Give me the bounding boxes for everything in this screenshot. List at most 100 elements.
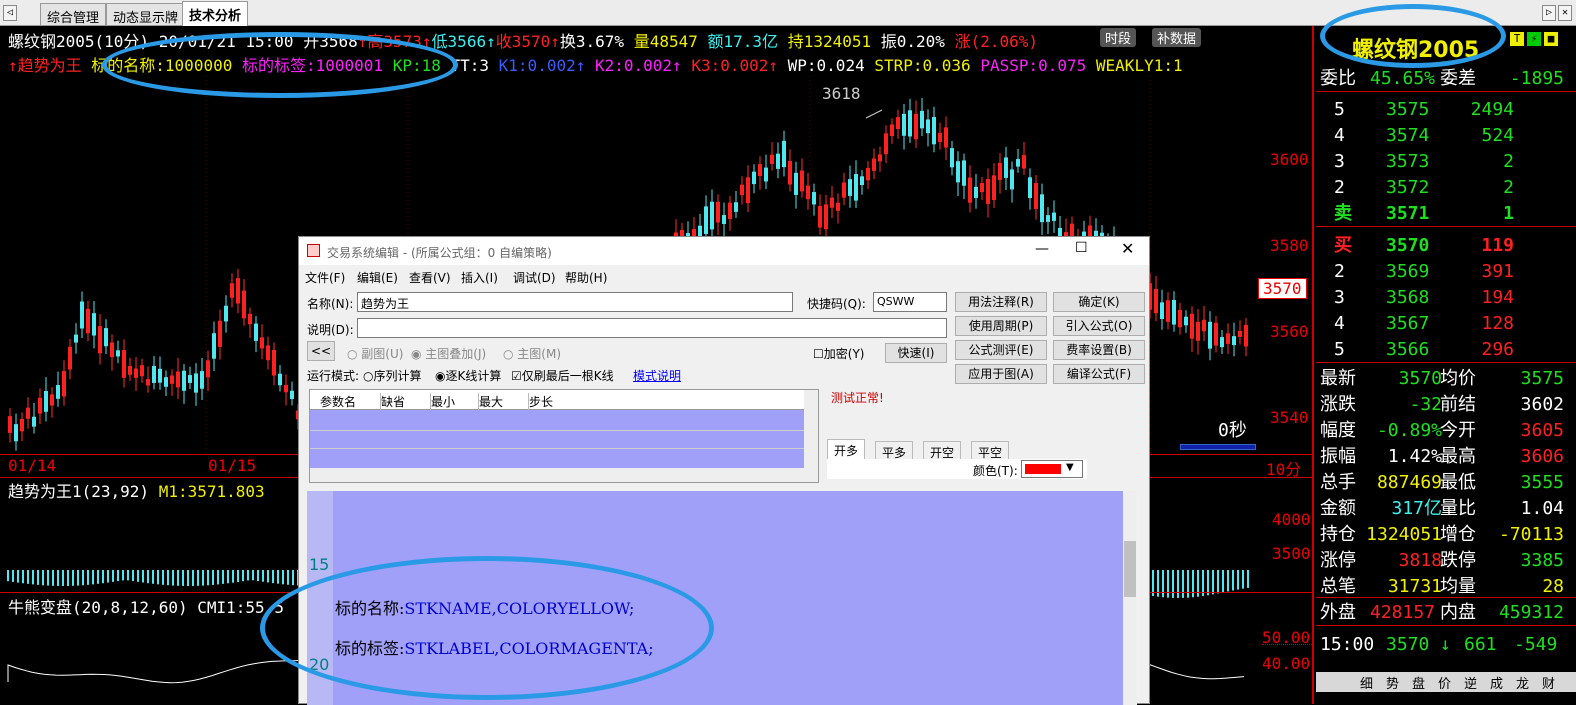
params-col-header[interactable]: 缺省 (380, 393, 405, 410)
candle-body (128, 365, 132, 375)
menu-item[interactable]: 插入(I) (461, 269, 498, 286)
candle-body (50, 394, 54, 406)
formula-test-button[interactable]: 公式测评(E) (955, 340, 1047, 360)
params-vscroll[interactable] (804, 390, 818, 470)
order-book-row[interactable]: 2 3569 391 (1316, 259, 1576, 285)
book-p: 3567 (1386, 313, 1430, 334)
tab-scroll-right-icon[interactable]: ▷ (1542, 5, 1556, 21)
detail-tab[interactable]: 势 (1386, 673, 1399, 692)
params-col-header[interactable]: 最大 (478, 393, 503, 410)
order-book-row[interactable]: 4 3574 524 (1316, 123, 1576, 149)
import-formula-button[interactable]: 引入公式(O) (1053, 316, 1145, 336)
order-book-row[interactable]: 买 3570 119 (1316, 233, 1576, 259)
candle-body (164, 377, 168, 387)
detail-tab-bar: 细势盘价逆成龙财 (1316, 672, 1576, 692)
candle-body (1166, 300, 1170, 322)
detail-tab[interactable]: 龙 (1516, 673, 1529, 692)
candle-body (1004, 157, 1008, 178)
params-col-header[interactable]: 最小 (430, 393, 455, 410)
radio-sequence[interactable]: ○序列计算 (363, 367, 422, 384)
peak-price-label: 3618 (822, 84, 861, 103)
detail-tab[interactable]: 价 (1438, 673, 1451, 692)
radio-overlay[interactable]: ◉ 主图叠加(J) (411, 345, 486, 362)
signal-tab[interactable]: 开多 (827, 439, 866, 459)
candle-body (20, 419, 24, 432)
apply-to-chart-button[interactable]: 应用于图(A) (955, 364, 1047, 384)
book-n: 买 (1334, 235, 1352, 256)
menu-item[interactable]: 帮助(H) (565, 269, 607, 286)
compile-button[interactable]: 编译公式(F) (1053, 364, 1145, 384)
code-vscroll[interactable] (1123, 491, 1137, 705)
peak-pointer (865, 109, 883, 119)
book-v: 524 (1481, 125, 1514, 146)
period-button[interactable]: 使用周期(P) (955, 316, 1047, 336)
close-dialog-icon[interactable]: ✕ (1121, 239, 1134, 258)
candle-body (140, 365, 144, 377)
stat-value: 3605 (1520, 420, 1564, 441)
order-book-row[interactable]: 3 3568 194 (1316, 285, 1576, 311)
order-book-row[interactable]: 5 3566 296 (1316, 337, 1576, 363)
detail-tab[interactable]: 盘 (1412, 673, 1425, 692)
menu-item[interactable]: 文件(F) (305, 269, 345, 286)
ok-button[interactable]: 确定(K) (1053, 292, 1145, 312)
signal-tab[interactable]: 平空 (971, 441, 1010, 461)
trade-icon[interactable]: T (1510, 32, 1524, 46)
tab-technical-analysis[interactable]: 技术分析 (182, 1, 249, 26)
flash-icon[interactable]: ⚡ (1527, 32, 1541, 46)
stat-value: 3602 (1520, 394, 1564, 415)
desc-input[interactable] (357, 318, 947, 338)
stat-label: 今开 (1440, 420, 1476, 441)
order-book-row[interactable]: 卖 3571 1 (1316, 201, 1576, 227)
order-book-row[interactable]: 2 3572 2 (1316, 175, 1576, 201)
detail-tab[interactable]: 成 (1490, 673, 1503, 692)
radio-subchart[interactable]: ○ 副图(U) (347, 345, 403, 362)
radio-mainchart[interactable]: ○ 主图(M) (503, 345, 561, 362)
maximize-icon[interactable]: ☐ (1075, 240, 1088, 256)
order-book-row[interactable]: 5 3575 2494 (1316, 97, 1576, 123)
order-book-row[interactable]: 3 3573 2 (1316, 149, 1576, 175)
params-col-header[interactable]: 步长 (528, 393, 553, 410)
candle-body (896, 117, 900, 130)
candle-body (1160, 302, 1164, 320)
last-bar-checkbox[interactable]: ☑仅刷最后一根K线 (511, 367, 614, 384)
detail-tab[interactable]: 细 (1360, 673, 1373, 692)
stat-label: 均量 (1440, 576, 1476, 597)
tab-dynamic-board[interactable]: 动态显示牌 (106, 3, 186, 26)
menu-item[interactable]: 编辑(E) (357, 269, 398, 286)
name-input[interactable]: 趋势为王 (357, 292, 793, 312)
detail-tab[interactable]: 逆 (1464, 673, 1477, 692)
detail-tab[interactable]: 财 (1542, 673, 1555, 692)
candle-body (254, 323, 258, 341)
candle-body (1172, 300, 1176, 325)
color-select[interactable]: ▼ (1021, 460, 1083, 478)
candle-body (950, 148, 954, 168)
scroll-indicator[interactable] (1180, 444, 1256, 450)
menu-item[interactable]: 调试(D) (513, 269, 556, 286)
fee-settings-button[interactable]: 费率设置(B) (1053, 340, 1145, 360)
candle-body (782, 140, 786, 168)
encrypt-checkbox[interactable]: ☐加密(Y) (813, 345, 864, 362)
signal-tab[interactable]: 开空 (923, 441, 962, 461)
collapse-button[interactable]: << (307, 341, 335, 361)
close-icon[interactable]: ✕ (1558, 5, 1572, 21)
candle-body (710, 201, 714, 230)
period-badge[interactable]: 时段 (1100, 28, 1137, 47)
menu-item[interactable]: 查看(V) (409, 269, 451, 286)
tab-scroll-left-icon[interactable]: ◁ (3, 5, 17, 21)
fill-data-badge[interactable]: 补数据 (1152, 28, 1202, 47)
code-scroll-thumb[interactable] (1124, 541, 1136, 597)
order-book-row[interactable]: 4 3567 128 (1316, 311, 1576, 337)
usage-notes-button[interactable]: 用法注释(R) (955, 292, 1047, 312)
flag-icon[interactable]: ■ (1544, 32, 1558, 46)
params-grid[interactable]: 参数名 缺省 最小 最大 步长 (309, 389, 819, 483)
radio-per-bar[interactable]: ◉逐K线计算 (435, 367, 501, 384)
tab-comprehensive[interactable]: 综合管理 (40, 3, 107, 26)
fast-button[interactable]: 快速(I) (885, 343, 947, 363)
mode-help-link[interactable]: 模式说明 (633, 367, 681, 384)
minimize-icon[interactable]: — (1035, 241, 1049, 257)
params-hscroll[interactable] (310, 468, 818, 482)
stat-value: 3385 (1520, 550, 1564, 571)
signal-tab[interactable]: 平多 (875, 441, 914, 461)
params-col-header[interactable]: 参数名 (320, 393, 356, 410)
hotkey-input[interactable]: QSWW (873, 292, 947, 312)
